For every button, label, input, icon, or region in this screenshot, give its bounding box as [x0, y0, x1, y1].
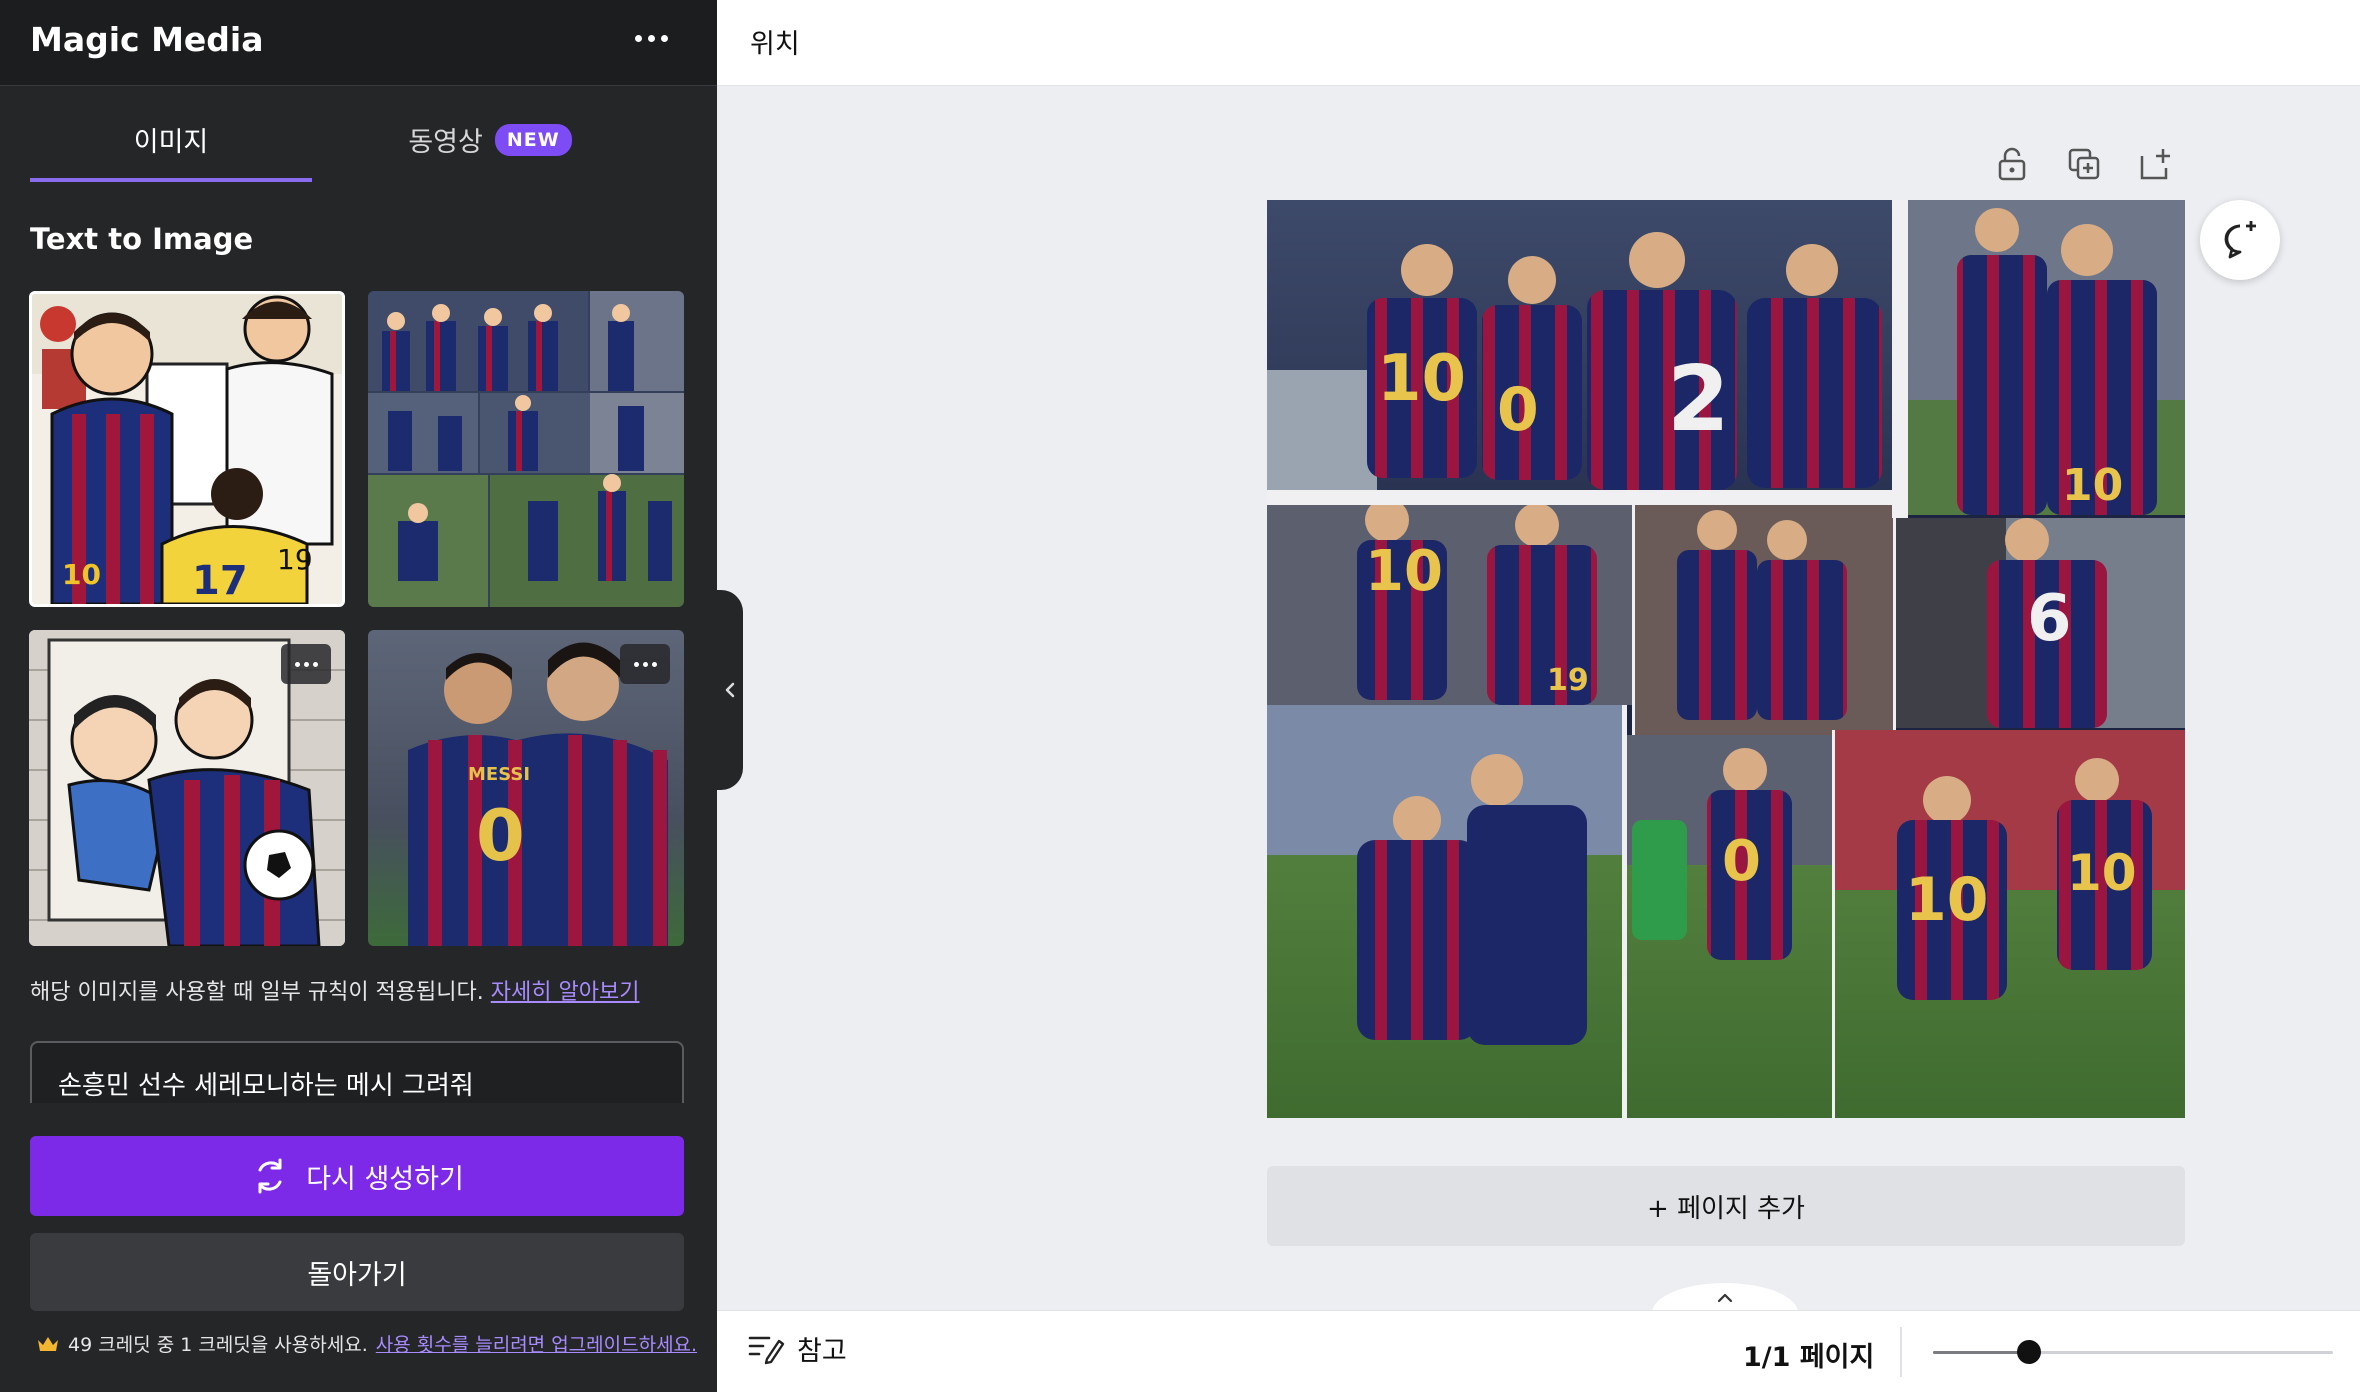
- regenerate-button[interactable]: 다시 생성하기: [30, 1136, 684, 1216]
- lock-icon[interactable]: [1990, 142, 2034, 186]
- svg-text:10: 10: [2062, 460, 2123, 511]
- notes-button[interactable]: 참고: [747, 1329, 847, 1368]
- usage-notice-text: 해당 이미지를 사용할 때 일부 규칙이 적용됩니다.: [30, 980, 484, 1005]
- zoom-slider-handle[interactable]: [2017, 1340, 2041, 1364]
- tab-video[interactable]: 동영상 NEW: [320, 120, 660, 182]
- add-page-label: + 페이지 추가: [1647, 1193, 1805, 1224]
- back-button[interactable]: 돌아가기: [30, 1233, 684, 1311]
- back-label: 돌아가기: [307, 1259, 407, 1291]
- svg-text:19: 19: [277, 543, 313, 576]
- prompt-text: 손흥민 선수 세레모니하는 메시 그려줘: [58, 1071, 474, 1101]
- top-bar: 위치: [717, 0, 2360, 86]
- divider: [1900, 1327, 1902, 1377]
- notes-label: 참고: [797, 1336, 847, 1367]
- credits-text: 49 크레딧 중 1 크레딧을 사용하세요.: [68, 1334, 368, 1356]
- collage-photo: [368, 291, 684, 607]
- svg-text:0: 0: [476, 795, 525, 877]
- add-page-button[interactable]: + 페이지 추가: [1267, 1166, 2185, 1246]
- credits-info: 49 크레딧 중 1 크레딧을 사용하세요. 사용 횟수를 늘리려면 업그레이드…: [36, 1330, 697, 1357]
- svg-text:10: 10: [62, 558, 101, 591]
- generated-thumbnail-4[interactable]: 0 MESSI: [368, 630, 684, 946]
- more-horizontal-icon[interactable]: [625, 18, 677, 58]
- svg-text:17: 17: [192, 558, 248, 604]
- svg-text:0: 0: [1722, 829, 1761, 894]
- generated-thumbnail-1[interactable]: 10 17 19: [29, 291, 345, 607]
- section-title: Text to Image: [30, 222, 254, 256]
- chevron-left-icon: [725, 682, 735, 698]
- svg-text:MESSI: MESSI: [468, 764, 530, 785]
- tab-image-label: 이미지: [133, 127, 209, 158]
- chevron-up-icon: [1717, 1293, 1733, 1303]
- regenerate-label: 다시 생성하기: [306, 1163, 464, 1195]
- crown-icon: [38, 1336, 58, 1351]
- svg-text:10: 10: [1365, 539, 1443, 604]
- thumbnail-more-icon[interactable]: [281, 644, 331, 684]
- svg-text:10: 10: [1377, 342, 1466, 416]
- panel-header: Magic Media: [0, 0, 717, 86]
- zoom-slider[interactable]: [1933, 1340, 2333, 1364]
- page-indicator[interactable]: 1/1 페이지: [1743, 1335, 1874, 1374]
- prompt-input[interactable]: 손흥민 선수 세레모니하는 메시 그려줘: [30, 1041, 684, 1103]
- learn-more-link[interactable]: 자세히 알아보기: [491, 980, 640, 1005]
- add-page-icon[interactable]: [2134, 142, 2178, 186]
- svg-text:6: 6: [2027, 582, 2072, 656]
- tab-video-label: 동영상: [408, 127, 483, 158]
- new-badge: NEW: [494, 124, 572, 156]
- add-comment-icon[interactable]: [2200, 200, 2280, 280]
- refresh-icon: [258, 1158, 282, 1194]
- duplicate-page-icon[interactable]: [2062, 142, 2106, 186]
- bottom-bar: 참고 1/1 페이지: [717, 1310, 2360, 1392]
- collage-image: 10 0 2 10 10 19 6 0 10 10: [1267, 200, 2185, 1118]
- svg-text:2: 2: [1667, 347, 1730, 452]
- cartoon-messi-illustration: 10 17 19: [32, 294, 342, 604]
- notes-icon: [748, 1336, 785, 1364]
- position-label[interactable]: 위치: [750, 22, 800, 61]
- thumbnail-more-icon[interactable]: [620, 644, 670, 684]
- panel-title: Magic Media: [30, 20, 264, 59]
- design-canvas[interactable]: 10 0 2 10 10 19 6 0 10 10: [1267, 200, 2185, 1118]
- collapse-panel-handle[interactable]: [717, 590, 743, 790]
- tab-image[interactable]: 이미지: [30, 120, 312, 182]
- magic-media-panel: Magic Media 이미지 동영상 NEW Text to Image 10: [0, 0, 717, 1392]
- zoom-slider-fill: [1933, 1351, 2029, 1354]
- show-pages-toggle[interactable]: [1652, 1283, 1798, 1313]
- svg-text:19: 19: [1547, 663, 1589, 698]
- svg-text:0: 0: [1497, 375, 1539, 445]
- svg-text:10: 10: [1905, 865, 1989, 935]
- generated-thumbnail-2[interactable]: [368, 291, 684, 607]
- generated-thumbnail-3[interactable]: [29, 630, 345, 946]
- upgrade-link[interactable]: 사용 횟수를 늘리려면 업그레이드하세요.: [376, 1330, 697, 1357]
- usage-notice: 해당 이미지를 사용할 때 일부 규칙이 적용됩니다. 자세히 알아보기: [30, 974, 639, 1006]
- svg-text:10: 10: [2067, 844, 2137, 902]
